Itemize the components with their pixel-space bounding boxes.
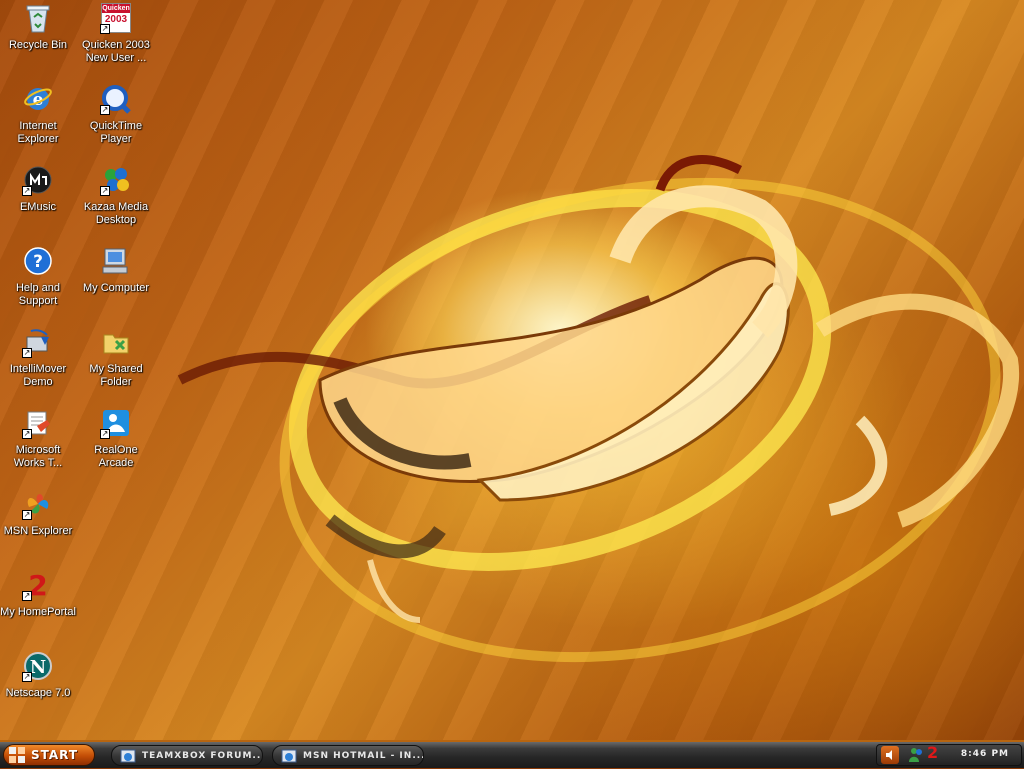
system-tray: 2 8:46 PM bbox=[876, 743, 1022, 766]
my-computer-icon bbox=[100, 245, 132, 277]
msn-icon: ↗ bbox=[22, 488, 54, 520]
svg-text:N: N bbox=[30, 657, 46, 678]
start-button[interactable]: START bbox=[3, 744, 95, 766]
desktop-icon-homeportal[interactable]: 2 ↗ My HomePortal bbox=[0, 567, 76, 641]
icon-label: My Computer bbox=[82, 282, 150, 294]
desktop-icon-intellimover[interactable]: ↗ IntelliMover Demo bbox=[0, 324, 76, 398]
desktop-icon-works[interactable]: ↗ Microsoft Works T... bbox=[0, 405, 76, 479]
desktop-icon-kazaa[interactable]: ↗ Kazaa Media Desktop bbox=[78, 162, 154, 236]
shortcut-arrow-icon: ↗ bbox=[22, 672, 32, 682]
desktop-icon-netscape[interactable]: N ↗ Netscape 7.0 bbox=[0, 648, 76, 722]
shortcut-arrow-icon: ↗ bbox=[22, 429, 32, 439]
shared-folder-icon bbox=[100, 326, 132, 358]
icon-label: Microsoft Works T... bbox=[13, 444, 63, 469]
messenger-icon[interactable] bbox=[907, 746, 925, 764]
desktop-icon-quicktime[interactable]: ↗ QuickTime Player bbox=[78, 81, 154, 155]
task-label: MSN HOTMAIL - IN... bbox=[303, 750, 423, 761]
shortcut-arrow-icon: ↗ bbox=[22, 186, 32, 196]
recycle-bin-icon bbox=[22, 2, 54, 34]
quicktime-icon: ↗ bbox=[100, 83, 132, 115]
shortcut-arrow-icon: ↗ bbox=[100, 24, 110, 34]
homeportal-icon: 2 ↗ bbox=[22, 569, 54, 601]
icon-label: RealOne Arcade bbox=[94, 444, 138, 469]
desktop-icon-quicken[interactable]: Quicken 2003 ↗ Quicken 2003 New User ... bbox=[78, 0, 154, 74]
works-icon: ↗ bbox=[22, 407, 54, 439]
desktop-icon-shared-folder[interactable]: My Shared Folder bbox=[78, 324, 154, 398]
shortcut-arrow-icon: ↗ bbox=[100, 186, 110, 196]
volume-icon[interactable] bbox=[881, 746, 899, 764]
icon-label: Recycle Bin bbox=[8, 39, 68, 51]
shortcut-arrow-icon: ↗ bbox=[22, 591, 32, 601]
realone-icon: ↗ bbox=[100, 407, 132, 439]
icon-label: Quicken 2003 New User ... bbox=[82, 39, 150, 64]
internet-explorer-icon: e bbox=[22, 83, 54, 115]
intellimover-icon: ↗ bbox=[22, 326, 54, 358]
quicken-icon: Quicken 2003 ↗ bbox=[100, 2, 132, 34]
clock[interactable]: 8:46 PM bbox=[961, 749, 1009, 759]
icon-label: EMusic bbox=[19, 201, 57, 213]
task-label: TEAMXBOX FORUM... bbox=[142, 750, 262, 761]
desktop-icon-emusic[interactable]: ↗ EMusic bbox=[0, 162, 76, 236]
homeportal-tray-icon[interactable]: 2 bbox=[927, 743, 945, 763]
taskbar-button-msn-hotmail[interactable]: MSN HOTMAIL - IN... bbox=[272, 745, 424, 766]
desktop-icon-realone-arcade[interactable]: ↗ RealOne Arcade bbox=[78, 405, 154, 479]
shortcut-arrow-icon: ↗ bbox=[22, 510, 32, 520]
icon-label: MSN Explorer bbox=[3, 525, 73, 537]
taskbar-button-teamxbox[interactable]: TEAMXBOX FORUM... bbox=[111, 745, 263, 766]
browser-window-icon bbox=[281, 749, 297, 762]
desktop-icon-recycle-bin[interactable]: Recycle Bin bbox=[0, 0, 76, 74]
icon-label: Internet Explorer bbox=[17, 120, 59, 145]
shortcut-arrow-icon: ↗ bbox=[22, 348, 32, 358]
desktop-icon-internet-explorer[interactable]: e Internet Explorer bbox=[0, 81, 76, 155]
netscape-icon: N ↗ bbox=[22, 650, 54, 682]
quicken-badge-top: Quicken bbox=[102, 4, 130, 13]
shortcut-arrow-icon: ↗ bbox=[100, 105, 110, 115]
emusic-icon: ↗ bbox=[22, 164, 54, 196]
icon-label: My Shared Folder bbox=[89, 363, 143, 388]
svg-text:?: ? bbox=[33, 252, 43, 272]
icon-label: Help and Support bbox=[15, 282, 61, 307]
icon-label: QuickTime Player bbox=[89, 120, 143, 145]
kazaa-icon: ↗ bbox=[100, 164, 132, 196]
desktop-icon-my-computer[interactable]: My Computer bbox=[78, 243, 154, 317]
start-logo-icon bbox=[9, 747, 25, 763]
desktop-icon-help-support[interactable]: ? Help and Support bbox=[0, 243, 76, 317]
browser-window-icon bbox=[120, 749, 136, 762]
icon-label: My HomePortal bbox=[0, 606, 76, 618]
start-label: START bbox=[31, 748, 79, 762]
icon-label: Kazaa Media Desktop bbox=[83, 201, 149, 226]
help-icon: ? bbox=[22, 245, 54, 277]
shortcut-arrow-icon: ↗ bbox=[100, 429, 110, 439]
icon-label: Netscape 7.0 bbox=[5, 687, 71, 699]
icon-label: IntelliMover Demo bbox=[9, 363, 67, 388]
taskbar: START TEAMXBOX FORUM... MSN HOTMAIL - IN… bbox=[0, 740, 1024, 768]
desktop-icon-msn-explorer[interactable]: ↗ MSN Explorer bbox=[0, 486, 76, 560]
